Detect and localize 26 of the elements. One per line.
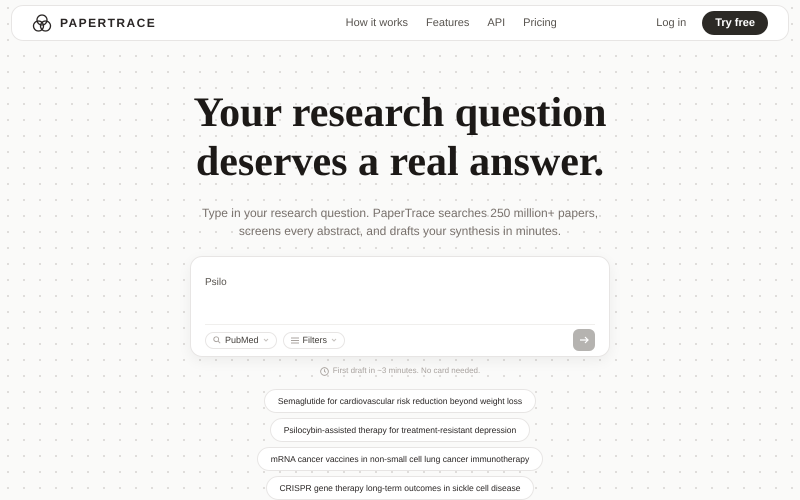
suggestion-chip[interactable]: mRNA cancer vaccines in non-small cell lung cancer immunotherapy: [256, 447, 544, 471]
caret-icon: [331, 338, 338, 342]
nav-link[interactable]: API: [487, 14, 506, 32]
subtitle: Type in your research question. PaperTrace searches 250 million+ papers,: [202, 204, 598, 222]
logo-icon: [32, 12, 52, 33]
nav-link[interactable]: Pricing: [523, 14, 557, 32]
suggestion-chip[interactable]: Semaglutide for cardiovascular risk reduction beyond weight loss: [264, 389, 536, 413]
suggestion-chip[interactable]: Psilocybin-assisted therapy for treatment-resistant depression: [270, 418, 530, 442]
try-free-button[interactable]: Try free: [702, 10, 768, 35]
headline: deserves a real answer.: [196, 138, 604, 188]
filter-icon: [290, 336, 299, 344]
arrow-right-icon: [580, 336, 588, 344]
login-link[interactable]: Log in: [656, 14, 686, 32]
suggestion-chip[interactable]: CRISPR gene therapy long-term outcomes in sickle cell disease: [266, 476, 534, 500]
nav-link[interactable]: Features: [426, 14, 470, 32]
nav-link[interactable]: How it works: [346, 14, 408, 32]
query-field[interactable]: Psilo: [205, 274, 595, 290]
brand-name: PAPERTRACE: [60, 14, 156, 32]
source-dropdown[interactable]: PubMed: [205, 332, 277, 349]
clock-icon: [320, 366, 329, 376]
note-text: First draft in ~3 minutes. No card needed.: [332, 365, 480, 377]
subtitle: screens every abstract, and drafts your synthesis in minutes.: [238, 222, 562, 240]
filters-dropdown[interactable]: Filters: [282, 332, 346, 349]
headline: Your research question: [193, 88, 607, 138]
search-icon: [213, 336, 221, 344]
caret-icon: [262, 338, 269, 342]
